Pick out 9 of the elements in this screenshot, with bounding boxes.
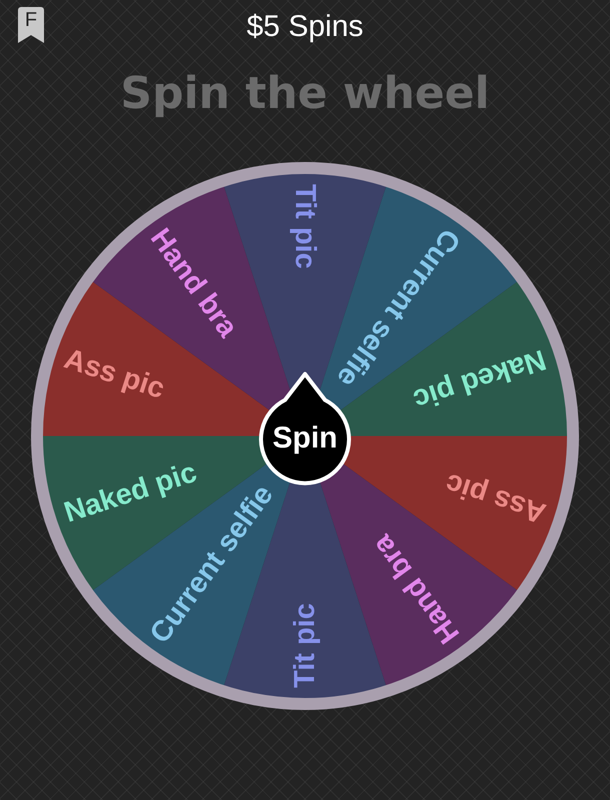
bookmark-badge[interactable]: F bbox=[18, 7, 44, 43]
segment-label: Tit pic bbox=[289, 184, 321, 269]
heading: Spin the wheel bbox=[120, 68, 490, 119]
segment-label: Ass pic bbox=[442, 466, 550, 530]
segment-label: Naked pic bbox=[409, 342, 550, 416]
screen-title: $5 Spins bbox=[246, 10, 364, 44]
segment-label: Tit pic bbox=[289, 603, 321, 688]
segment-label: Naked pic bbox=[60, 456, 201, 530]
segment-label: Ass pic bbox=[60, 342, 168, 406]
